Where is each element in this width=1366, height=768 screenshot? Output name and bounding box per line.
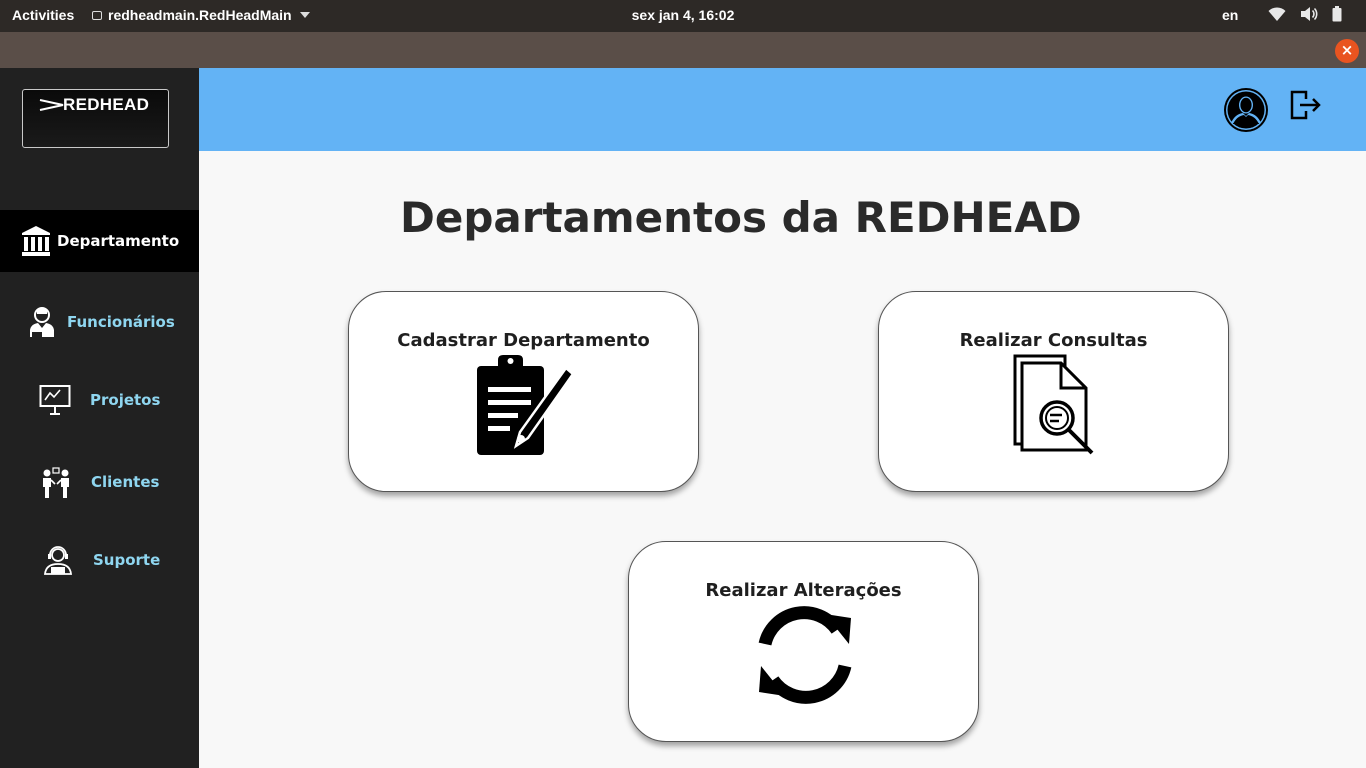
sidebar-item-suporte[interactable]: Suporte [0,529,199,591]
window-title-bar: × [0,32,1366,68]
sidebar: REDHEAD Departamento Funcionários Projet… [0,68,199,768]
sidebar-item-funcionarios[interactable]: Funcionários [0,291,199,353]
page-title: Departamentos da REDHEAD [400,193,1082,242]
clipboard-pen-icon [477,355,574,455]
app-menu-label: redheadmain.RedHeadMain [108,7,292,23]
card-title: Realizar Consultas [959,330,1148,351]
bank-icon [22,226,50,256]
sidebar-item-departamento[interactable]: Departamento [0,210,199,272]
page-title-wrap: Departamentos da REDHEAD [400,193,1120,243]
cadastrar-departamento-card[interactable]: Cadastrar Departamento [348,291,699,492]
chevron-down-icon [299,12,310,18]
volume-icon [1301,7,1318,21]
app-menu[interactable]: redheadmain.RedHeadMain [92,7,310,23]
sidebar-item-label: Projetos [90,391,161,409]
refresh-icon [758,606,852,704]
support-agent-icon [44,546,72,575]
presentation-board-icon [39,385,71,415]
sidebar-item-label: Departamento [57,232,180,250]
sidebar-item-label: Clientes [91,473,160,491]
app-header [199,68,1366,151]
card-title: Realizar Alterações [705,580,902,601]
window-close-button[interactable]: × [1335,39,1359,63]
sidebar-item-label: Funcionários [67,313,175,331]
logo-text: REDHEAD [63,95,150,114]
meeting-people-icon [43,467,69,498]
system-tray[interactable] [1268,6,1342,22]
activities-button[interactable]: Activities [12,7,74,23]
clock[interactable]: sex jan 4, 16:02 [632,7,735,23]
employee-icon [30,307,54,337]
document-search-icon [1013,354,1094,455]
redhead-logo: REDHEAD [22,89,169,148]
wifi-icon [1268,7,1286,21]
language-indicator[interactable]: en [1222,7,1238,23]
realizar-consultas-card[interactable]: Realizar Consultas [878,291,1229,492]
sidebar-item-label: Suporte [93,551,161,569]
user-avatar-icon[interactable] [1223,87,1269,133]
realizar-alteracoes-card[interactable]: Realizar Alterações [628,541,979,742]
system-top-bar: Activities redheadmain.RedHeadMain sex j… [0,0,1366,32]
window-icon [92,10,102,20]
arrow-logo-icon [39,99,64,111]
sidebar-item-clientes[interactable]: Clientes [0,451,199,513]
battery-icon [1332,6,1342,22]
logout-icon[interactable] [1290,90,1322,120]
sidebar-item-projetos[interactable]: Projetos [0,369,199,431]
card-title: Cadastrar Departamento [397,330,650,351]
